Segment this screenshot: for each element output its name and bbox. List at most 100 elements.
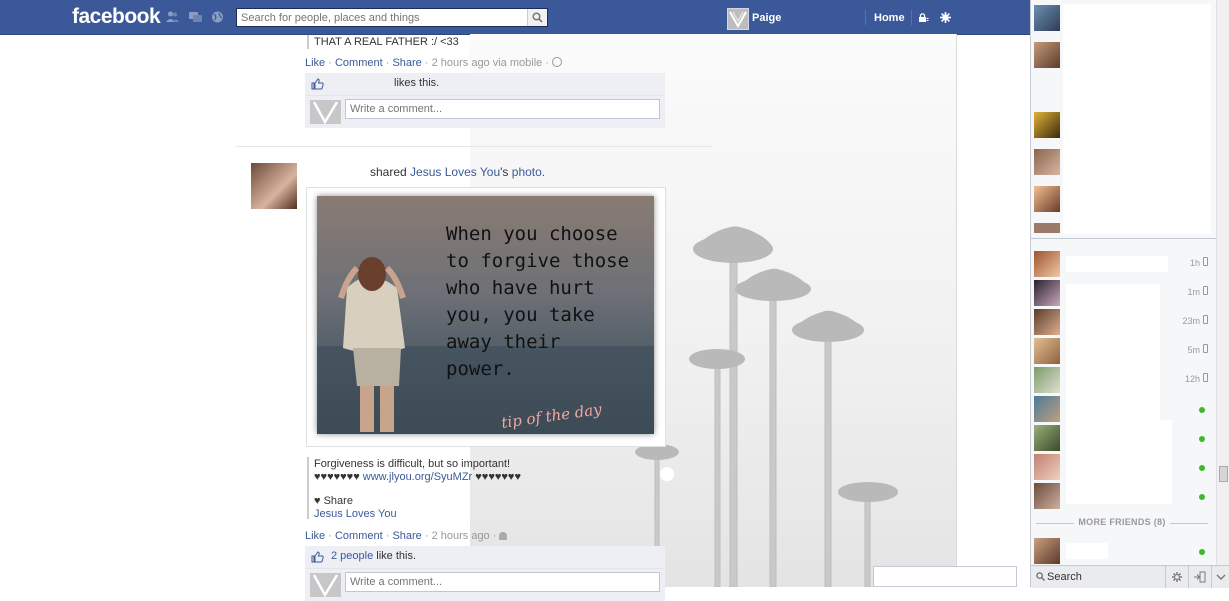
friend-avatar <box>1034 338 1060 364</box>
mobile-icon <box>1203 373 1208 382</box>
photo-caption: Forgiveness is difficult, but so importa… <box>314 458 521 520</box>
shared-photo-link[interactable]: photo. <box>512 165 545 179</box>
rule <box>1170 523 1208 524</box>
comment-input[interactable] <box>345 572 660 592</box>
top-bar: facebook Paige Home <box>0 0 1030 35</box>
caption-share-text: ♥ Share <box>314 495 353 507</box>
column-divider <box>956 34 957 587</box>
mobile-icon <box>1203 344 1208 353</box>
friend-avatar <box>1034 538 1060 564</box>
online-status-dot <box>1199 465 1205 471</box>
friend-idle-time: 23m <box>1182 316 1200 326</box>
more-friends-label: MORE FRIENDS (8) <box>1078 517 1166 527</box>
friends-audience-icon <box>499 532 508 540</box>
share-link[interactable]: Share <box>392 530 421 542</box>
facebook-logo[interactable]: facebook <box>72 5 161 29</box>
caption-page-link[interactable]: Jesus Loves You <box>314 508 521 521</box>
possessive: 's <box>500 165 509 179</box>
likes-text: 2 people like this. <box>331 550 416 562</box>
search-icon <box>532 12 543 23</box>
caption-line: Forgiveness is difficult, but so importa… <box>314 458 511 470</box>
friend-avatar <box>1034 425 1060 451</box>
privacy-lock-icon[interactable] <box>918 12 929 23</box>
photo-quote-text: When you choose to forgive those who hav… <box>446 223 630 380</box>
ticker-panel <box>1063 4 1211 234</box>
post-timestamp[interactable]: 2 hours ago <box>432 530 490 542</box>
likes-text: likes this. <box>394 77 440 89</box>
likes-row: 2 people like this. <box>305 546 665 569</box>
online-status-dot <box>1199 549 1205 555</box>
ticker-thumb[interactable] <box>1034 5 1060 31</box>
profile-avatar[interactable] <box>727 8 749 30</box>
story-separator <box>236 146 712 147</box>
comment-link[interactable]: Comment <box>335 57 383 69</box>
chat-options-button[interactable] <box>1165 566 1188 588</box>
likers-link[interactable]: 2 people <box>331 550 373 562</box>
ticker-thumb[interactable] <box>1034 186 1060 212</box>
settings-gear-icon <box>1172 572 1182 582</box>
online-status-dot <box>1199 494 1205 500</box>
poster-avatar[interactable] <box>251 163 297 209</box>
search-icon <box>1036 572 1045 581</box>
ticker-thumb[interactable] <box>1034 223 1060 233</box>
likes-suffix: like this. <box>376 550 417 562</box>
messages-icon[interactable] <box>189 11 202 23</box>
hide-sidebar-button[interactable] <box>1188 566 1211 588</box>
divider <box>911 10 912 25</box>
caption-url-link[interactable]: www.jlyou.org/SyuMZr <box>363 471 472 483</box>
search-button[interactable] <box>527 9 547 26</box>
quote-bar <box>307 35 309 49</box>
ticker-thumb[interactable] <box>1034 149 1060 175</box>
rule <box>1036 523 1074 524</box>
scrollbar-thumb[interactable] <box>1219 466 1228 482</box>
friend-avatar <box>1034 454 1060 480</box>
settings-gear-icon[interactable] <box>940 12 951 23</box>
profile-name-link[interactable]: Paige <box>752 12 781 24</box>
friend-idle-time: 1m <box>1187 287 1200 297</box>
like-link[interactable]: Like <box>305 530 325 542</box>
mobile-icon <box>1203 286 1208 295</box>
comment-input[interactable] <box>345 99 660 119</box>
mobile-icon <box>1203 315 1208 324</box>
chevron-down-icon <box>1216 574 1226 580</box>
chat-tab[interactable] <box>873 566 1017 587</box>
sidebar-divider <box>1031 238 1216 239</box>
shared-page-link[interactable]: Jesus Loves You <box>410 165 500 179</box>
chat-search-bar: Search <box>1031 565 1229 588</box>
comment-link[interactable]: Comment <box>335 530 383 542</box>
friend-row[interactable] <box>1031 537 1216 566</box>
search-box <box>236 8 548 27</box>
sidebar-toggle-icon <box>1194 571 1206 583</box>
sidebar-scrollbar[interactable] <box>1216 0 1229 565</box>
comment-box: 2 people like this. <box>305 546 665 601</box>
ticker-thumb[interactable] <box>1034 42 1060 68</box>
shared-verb: shared <box>370 165 407 179</box>
hearts: ♥♥♥♥♥♥♥ <box>475 470 521 483</box>
like-thumb-icon <box>311 78 324 90</box>
share-link[interactable]: Share <box>392 57 421 69</box>
notifications-globe-icon[interactable] <box>211 11 224 23</box>
home-link[interactable]: Home <box>874 12 905 24</box>
shared-photo[interactable]: When you choose to forgive those who hav… <box>317 196 654 434</box>
friend-avatar <box>1034 483 1060 509</box>
post-actions: Like · Comment · Share · 2 hours ago via… <box>305 57 563 69</box>
post-message: THAT A REAL FATHER :/ <33 <box>314 36 459 48</box>
like-link[interactable]: Like <box>305 57 325 69</box>
like-thumb-icon <box>311 551 324 563</box>
story-header: shared Jesus Loves You's photo. <box>370 165 545 179</box>
chat-dropdown-button[interactable] <box>1211 566 1229 588</box>
friend-avatar <box>1034 251 1060 277</box>
comment-row <box>305 569 665 601</box>
mobile-icon <box>1203 257 1208 266</box>
friend-idle-time: 12h <box>1184 374 1200 384</box>
post-timestamp[interactable]: 2 hours ago via mobile <box>432 57 543 69</box>
likes-row: likes this. <box>305 73 665 96</box>
friend-row[interactable]: 1h <box>1031 250 1216 279</box>
comment-box: likes this. <box>305 73 665 128</box>
friend-requests-icon[interactable] <box>166 11 179 23</box>
online-status-dot <box>1199 407 1205 413</box>
ticker-thumb[interactable] <box>1034 112 1060 138</box>
chat-search-input[interactable]: Search <box>1047 571 1082 583</box>
search-input[interactable] <box>237 9 535 26</box>
hearts: ♥♥♥♥♥♥♥ <box>314 470 360 483</box>
